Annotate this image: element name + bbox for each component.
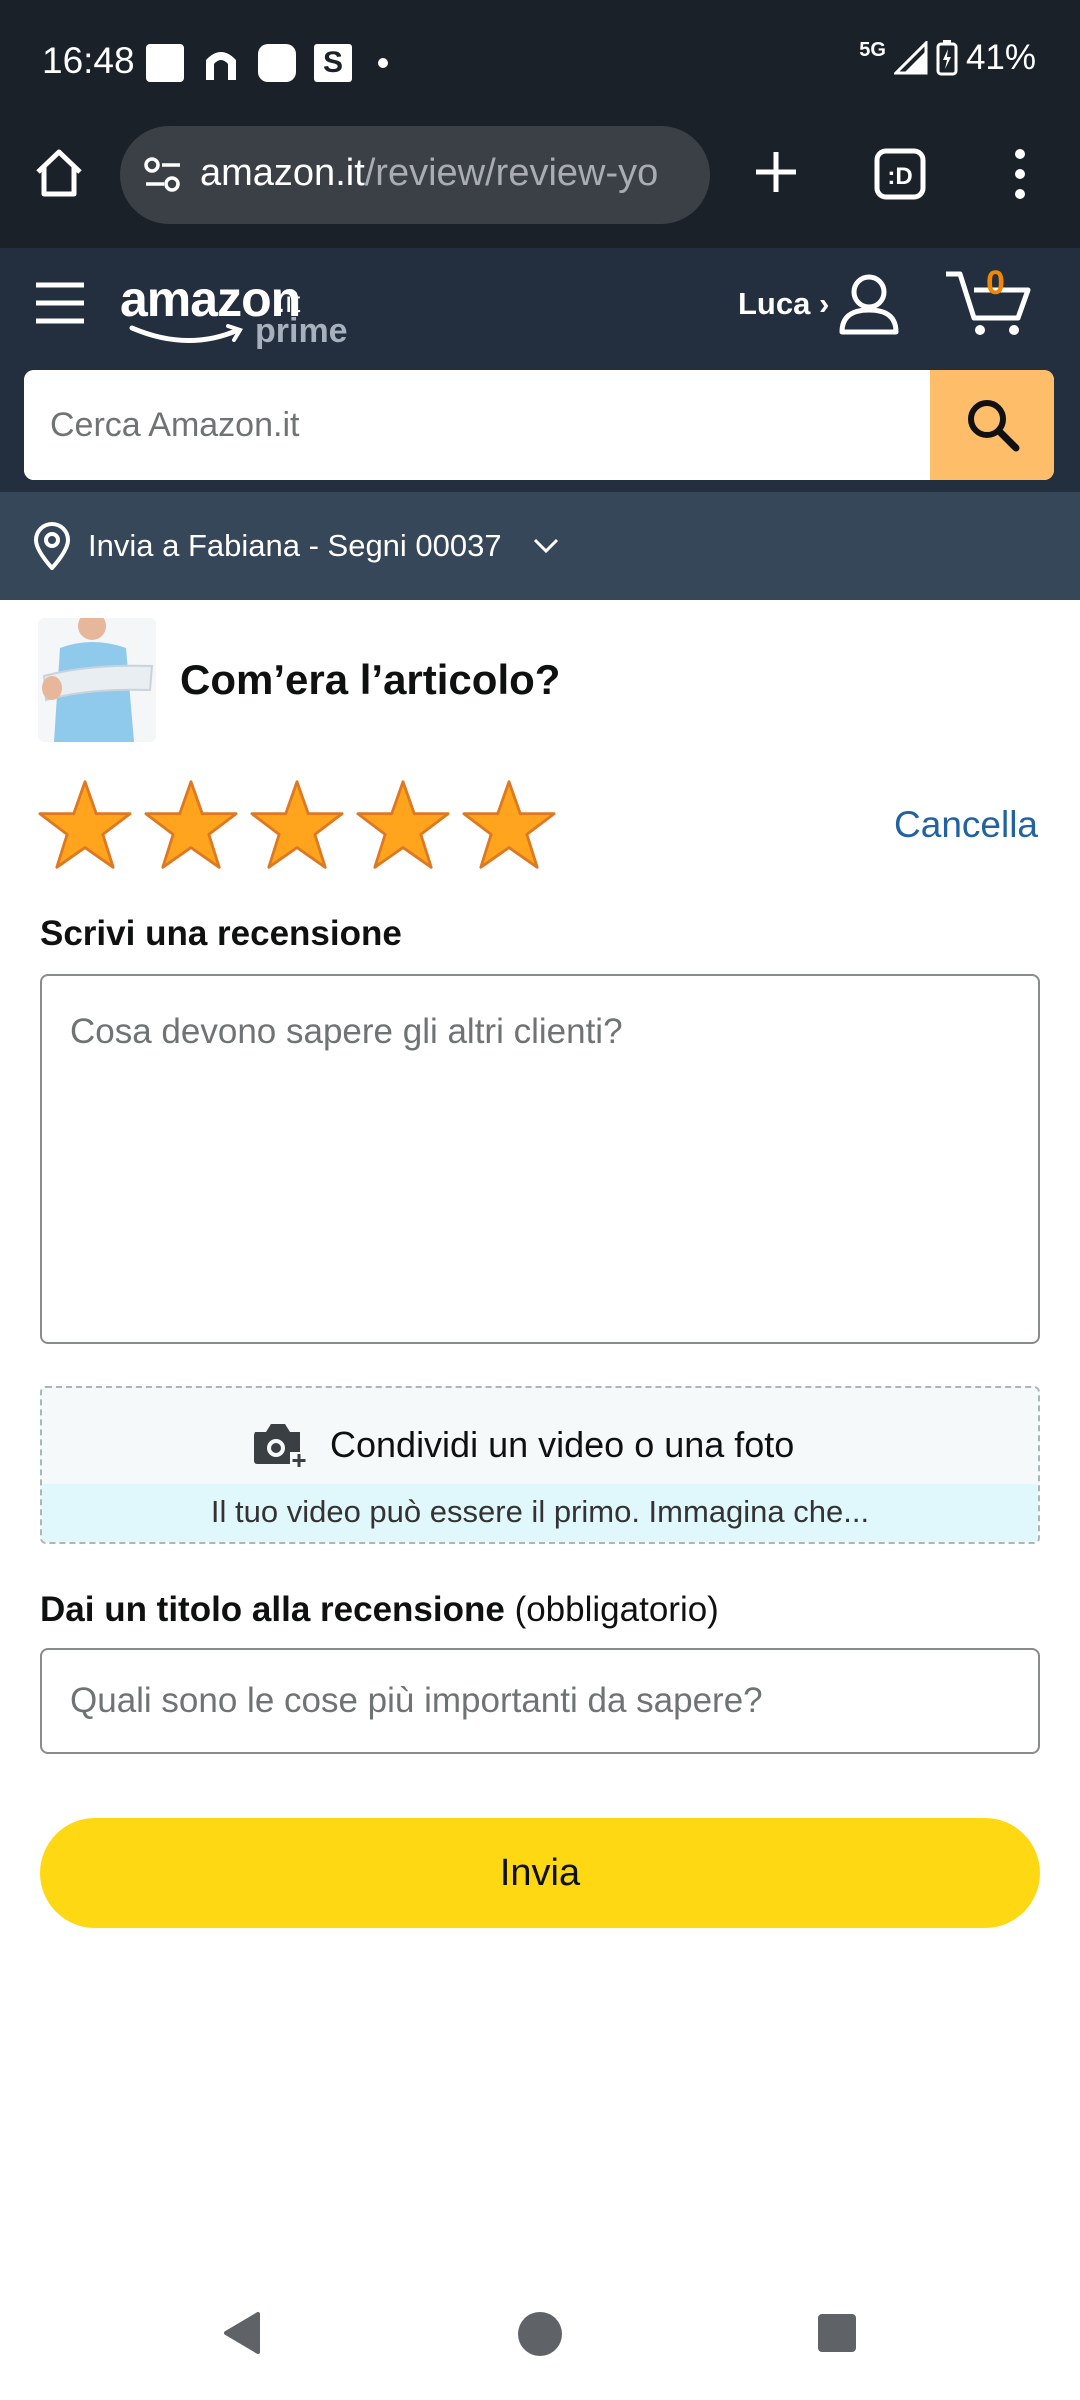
star-rating[interactable]: [38, 778, 556, 872]
star-2-icon[interactable]: [144, 778, 238, 872]
amazon-logo[interactable]: amazon .it prime: [120, 270, 360, 354]
url-path: /review/review-yo: [364, 152, 659, 194]
notification-icons: S: [146, 44, 388, 82]
star-1-icon[interactable]: [38, 778, 132, 872]
address-bar[interactable]: amazon.it/review/review-yo: [120, 126, 710, 224]
system-navigation-bar: [0, 2270, 1080, 2400]
media-upload-button[interactable]: Condividi un video o una foto: [42, 1388, 1038, 1484]
location-pin-icon: [33, 522, 71, 570]
chevron-down-icon[interactable]: [532, 536, 560, 556]
back-icon[interactable]: [222, 2310, 262, 2356]
new-tab-icon[interactable]: [748, 144, 804, 200]
notification-more-dot-icon: [378, 58, 388, 68]
signal-icon: [893, 41, 928, 75]
tab-switcher-icon[interactable]: :D: [872, 146, 928, 202]
review-title-label: Dai un titolo alla recensione (obbligato…: [40, 1590, 719, 1630]
home-nav-icon[interactable]: [518, 2312, 562, 2356]
media-upload-hint: Il tuo video può essere il primo. Immagi…: [42, 1484, 1038, 1542]
status-time: 16:48: [42, 40, 135, 81]
notification-rounded-icon: [258, 44, 296, 82]
recents-icon[interactable]: [818, 2314, 856, 2352]
required-indicator: (obbligatorio): [514, 1590, 719, 1629]
product-thumbnail: [38, 618, 156, 742]
hamburger-menu-icon[interactable]: [34, 280, 86, 326]
home-icon[interactable]: [32, 146, 86, 200]
search-button[interactable]: [930, 370, 1054, 480]
cancel-rating-link[interactable]: Cancella: [894, 804, 1038, 846]
url-text[interactable]: amazon.it/review/review-yo: [200, 152, 700, 195]
star-3-icon[interactable]: [250, 778, 344, 872]
svg-text::D: :D: [887, 163, 912, 190]
product-image: [38, 618, 156, 742]
status-right: 5G 41%: [859, 38, 1036, 78]
search-bar: [24, 370, 1054, 480]
notification-app-icon: [206, 52, 236, 80]
battery-icon: [936, 40, 958, 76]
browser-toolbar: amazon.it/review/review-yo :D: [0, 126, 1080, 248]
write-review-label: Scrivi una recensione: [40, 914, 402, 953]
review-title-label-text: Dai un titolo alla recensione: [40, 1590, 505, 1629]
review-textarea[interactable]: [40, 974, 1040, 1344]
account-link[interactable]: Luca ›: [738, 286, 829, 322]
logo-smile-icon: [129, 324, 243, 343]
network-type: 5G: [859, 38, 886, 61]
site-settings-icon[interactable]: [140, 152, 186, 198]
star-4-icon[interactable]: [356, 778, 450, 872]
review-title-input[interactable]: [40, 1648, 1040, 1754]
add-camera-icon: [254, 1424, 308, 1468]
logo-prime: prime: [255, 312, 348, 350]
url-domain: amazon.it: [200, 152, 365, 194]
search-icon: [968, 400, 1020, 452]
more-menu-icon[interactable]: [1000, 146, 1040, 202]
media-upload-label: Condividi un video o una foto: [330, 1424, 795, 1465]
rating-question: Com’era l’articolo?: [180, 656, 561, 703]
search-input[interactable]: [24, 370, 930, 480]
notification-square-icon: [146, 44, 184, 82]
status-bar: 16:48 S 5G 41%: [0, 0, 1080, 126]
star-5-icon[interactable]: [462, 778, 556, 872]
cart-count: 0: [986, 264, 1005, 302]
notification-s-icon: S: [314, 44, 352, 82]
media-upload-box[interactable]: Condividi un video o una foto Il tuo vid…: [40, 1386, 1040, 1544]
user-account-icon[interactable]: [836, 272, 902, 336]
delivery-location-text[interactable]: Invia a Fabiana - Segni 00037: [88, 528, 502, 564]
submit-review-button[interactable]: Invia: [40, 1818, 1040, 1928]
battery-percent: 41%: [965, 38, 1036, 77]
amazon-header: amazon .it prime Luca › 0: [0, 248, 1080, 492]
delivery-location-bar[interactable]: Invia a Fabiana - Segni 00037: [0, 492, 1080, 600]
